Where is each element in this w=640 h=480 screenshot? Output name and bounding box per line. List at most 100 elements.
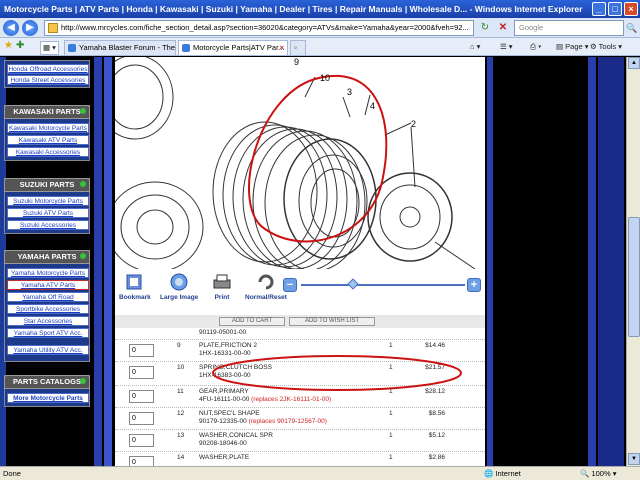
link-kawasaki-accessories[interactable]: Kawasaki Accessories bbox=[7, 147, 89, 157]
url-text: http://www.mrcycles.com/fiche_section_de… bbox=[61, 23, 469, 32]
reset-icon bbox=[258, 274, 274, 290]
internet-zone: 🌐 Internet bbox=[484, 469, 521, 478]
refresh-icon[interactable]: ↻ bbox=[478, 21, 492, 35]
normal-reset-label: Normal/Reset bbox=[245, 294, 287, 301]
link-star-accessories[interactable]: Star Accessories bbox=[7, 316, 89, 326]
quick-tabs-icon[interactable]: ▦ ▾ bbox=[40, 41, 59, 55]
tools-menu[interactable]: ⚙ Tools ▾ bbox=[590, 41, 622, 53]
page-icon bbox=[48, 23, 58, 33]
feeds-icon[interactable]: ☰ ▾ bbox=[500, 41, 513, 53]
tab-favicon-icon bbox=[182, 44, 190, 52]
link-kawasaki-motorcycle-parts[interactable]: Kawasaki Motorcycle Parts bbox=[7, 123, 89, 133]
right-stripe bbox=[487, 57, 493, 466]
url-input[interactable]: http://www.mrcycles.com/fiche_section_de… bbox=[44, 20, 474, 36]
vertical-scrollbar[interactable]: ▲ ▼ bbox=[626, 57, 640, 466]
zoom-label: 100% bbox=[591, 469, 611, 478]
page-menu[interactable]: ▤ Page ▾ bbox=[556, 41, 589, 53]
page-viewport: Honda Offroad Accessories Honda Street A… bbox=[0, 57, 640, 466]
new-tab-button[interactable]: ▫ bbox=[290, 40, 306, 55]
tab-yamaha-blaster-forum[interactable]: Yamaha Blaster Forum - The ... bbox=[64, 40, 176, 55]
zone-label: Internet bbox=[495, 469, 521, 478]
zoom-level[interactable]: 🔍 100% ▾ bbox=[580, 467, 616, 480]
address-bar: ◀ ▶ http://www.mrcycles.com/fiche_sectio… bbox=[0, 18, 640, 38]
tab-motorcycle-parts[interactable]: Motorcycle Parts|ATV Par... × bbox=[178, 40, 288, 55]
kawasaki-header: KAWASAKI PARTS bbox=[4, 105, 90, 119]
status-bar: Done 🌐 Internet 🔍 100% ▾ bbox=[0, 466, 640, 480]
tab-label: Yamaha Blaster Forum - The ... bbox=[79, 43, 176, 52]
status-dot-icon bbox=[80, 181, 86, 187]
yamaha-header: YAMAHA PARTS bbox=[4, 250, 90, 264]
callout-2: 2 bbox=[411, 119, 416, 129]
callout-4: 4 bbox=[370, 101, 375, 111]
link-sportbike-accessories[interactable]: Sportbike Accessories bbox=[7, 304, 89, 314]
search-placeholder: Google bbox=[519, 23, 544, 32]
large-image-label: Large Image bbox=[160, 294, 199, 301]
scroll-up-icon[interactable]: ▲ bbox=[628, 57, 640, 69]
link-suzuki-motorcycle-parts[interactable]: Suzuki Motorcycle Parts bbox=[7, 196, 89, 206]
window-titlebar: Motorcycle Parts | ATV Parts | Honda | K… bbox=[0, 0, 640, 18]
link-kawasaki-atv-parts[interactable]: Kawasaki ATV Parts bbox=[7, 135, 89, 145]
row-highlight-oval bbox=[212, 355, 462, 391]
search-icon[interactable]: 🔍 bbox=[626, 21, 638, 35]
right-stripe-3 bbox=[598, 57, 624, 466]
clutch-diagram-image: 9 10 3 4 2 bbox=[115, 57, 476, 273]
scroll-thumb[interactable] bbox=[628, 217, 640, 337]
link-yamaha-sport-atv-acc[interactable]: Yamaha Sport ATV Acc. bbox=[7, 328, 89, 338]
tab-label: Motorcycle Parts|ATV Par... bbox=[193, 43, 285, 52]
window-controls: _ □ × bbox=[592, 2, 638, 16]
zoom-out-button[interactable]: − bbox=[283, 278, 297, 292]
status-dot-icon bbox=[80, 108, 86, 114]
bookmark-button[interactable]: Bookmark bbox=[119, 272, 151, 301]
link-yamaha-utility-atv-acc[interactable]: Yamaha Utility ATV Acc. bbox=[7, 345, 89, 355]
status-dot-icon bbox=[80, 253, 86, 259]
parts-diagram: 9 10 3 4 2 bbox=[115, 57, 485, 273]
link-more-motorcycle-parts[interactable]: More Motorcycle Parts bbox=[7, 393, 89, 403]
tab-favicon-icon bbox=[68, 44, 76, 52]
callout-10: 10 bbox=[320, 73, 330, 83]
diagram-tools: Bookmark Large Image Print Normal/Reset … bbox=[115, 269, 485, 319]
close-window-button[interactable]: × bbox=[624, 2, 638, 16]
callout-9: 9 bbox=[294, 57, 299, 67]
home-icon[interactable]: ⌂ ▾ bbox=[470, 41, 480, 53]
catalogs-title: PARTS CATALOGS bbox=[13, 377, 81, 386]
maximize-button[interactable]: □ bbox=[608, 2, 622, 16]
print-label: Print bbox=[214, 294, 230, 301]
minimize-button[interactable]: _ bbox=[592, 2, 606, 16]
left-stripe bbox=[94, 57, 102, 466]
favorites-star-icon[interactable]: ★ bbox=[4, 40, 13, 51]
kawasaki-title: KAWASAKI PARTS bbox=[13, 107, 81, 116]
link-honda-street-accessories[interactable]: Honda Street Accessories bbox=[7, 75, 89, 85]
large-image-icon bbox=[170, 273, 188, 291]
back-button[interactable]: ◀ bbox=[3, 20, 19, 36]
link-yamaha-atv-parts[interactable]: Yamaha ATV Parts bbox=[7, 280, 89, 290]
print-button[interactable]: Print bbox=[211, 272, 233, 301]
window-title: Motorcycle Parts | ATV Parts | Honda | K… bbox=[4, 4, 583, 14]
forward-button[interactable]: ▶ bbox=[22, 20, 38, 36]
zoom-in-button[interactable]: + bbox=[467, 278, 481, 292]
link-yamaha-motorcycle-parts[interactable]: Yamaha Motorcycle Parts bbox=[7, 268, 89, 278]
add-favorites-icon[interactable]: ✚ bbox=[16, 40, 24, 51]
zoom-slider[interactable] bbox=[301, 278, 465, 290]
link-yamaha-off-road[interactable]: Yamaha Off Road bbox=[7, 292, 89, 302]
link-honda-offroad-accessories[interactable]: Honda Offroad Accessories bbox=[7, 64, 89, 74]
left-sidebar: Honda Offroad Accessories Honda Street A… bbox=[0, 57, 92, 466]
link-suzuki-accessories[interactable]: Suzuki Accessories bbox=[7, 220, 89, 230]
search-input[interactable]: Google bbox=[514, 20, 624, 36]
tools-menu-label: Tools bbox=[598, 42, 617, 51]
printer-icon bbox=[213, 274, 231, 289]
suzuki-header: SUZUKI PARTS bbox=[4, 178, 90, 192]
stop-icon[interactable]: ✕ bbox=[496, 21, 510, 35]
bookmark-label: Bookmark bbox=[119, 294, 151, 301]
page-menu-label: Page bbox=[565, 42, 583, 51]
link-suzuki-atv-parts[interactable]: Suzuki ATV Parts bbox=[7, 208, 89, 218]
large-image-button[interactable]: Large Image bbox=[160, 272, 198, 301]
status-text: Done bbox=[3, 469, 21, 478]
status-dot-icon bbox=[80, 378, 86, 384]
suzuki-title: SUZUKI PARTS bbox=[19, 180, 75, 189]
scroll-down-icon[interactable]: ▼ bbox=[628, 453, 640, 465]
close-tab-icon[interactable]: × bbox=[280, 41, 284, 55]
zoom-slider-thumb[interactable] bbox=[347, 278, 360, 290]
print-toolbar-icon[interactable]: ⎙ ▾ bbox=[530, 41, 541, 53]
normal-reset-button[interactable]: Normal/Reset bbox=[245, 272, 287, 301]
tab-bar: ★ ✚ ▦ ▾ Yamaha Blaster Forum - The ... M… bbox=[0, 38, 640, 56]
